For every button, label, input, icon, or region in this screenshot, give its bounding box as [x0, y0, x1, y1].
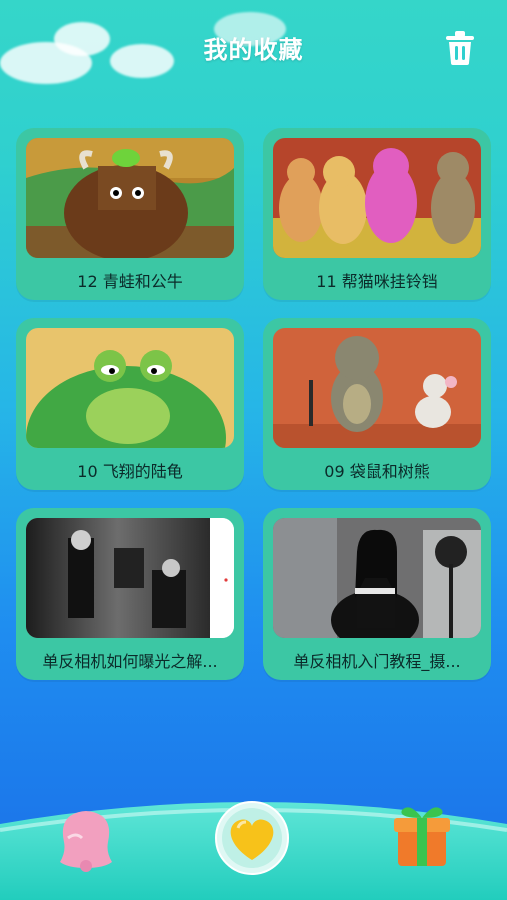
video-thumbnail: [26, 328, 234, 448]
video-thumbnail: [26, 518, 234, 638]
video-thumbnail: [273, 328, 481, 448]
page-title: 我的收藏: [203, 36, 304, 64]
favorite-title: 11 帮猫咪挂铃铛: [316, 272, 438, 291]
bottom-navigation: [0, 790, 507, 900]
favorite-title: 单反相机入门教程_摄...: [293, 652, 461, 671]
nav-gift[interactable]: [392, 804, 452, 870]
delete-button[interactable]: [443, 30, 477, 66]
favorite-card[interactable]: 12 青蛙和公牛: [16, 128, 244, 300]
favorite-card[interactable]: 09 袋鼠和树熊: [263, 318, 491, 490]
bell-icon: [60, 811, 112, 872]
video-thumbnail: [273, 518, 481, 638]
favorite-title: 12 青蛙和公牛: [77, 272, 183, 291]
trash-icon: [446, 31, 474, 65]
heart-icon: [215, 801, 289, 875]
gift-icon: [394, 807, 450, 866]
video-thumbnail: [273, 138, 481, 258]
favorite-title: 09 袋鼠和树熊: [324, 462, 430, 481]
video-thumbnail: [26, 138, 234, 258]
nav-favorites[interactable]: [214, 800, 290, 876]
favorite-card[interactable]: 单反相机如何曝光之解...: [16, 508, 244, 680]
nav-bell[interactable]: [58, 808, 114, 872]
favorite-card[interactable]: 10 飞翔的陆龟: [16, 318, 244, 490]
favorite-card[interactable]: 单反相机入门教程_摄...: [263, 508, 491, 680]
favorite-title: 10 飞翔的陆龟: [77, 462, 183, 481]
favorite-card[interactable]: 11 帮猫咪挂铃铛: [263, 128, 491, 300]
favorite-title: 单反相机如何曝光之解...: [42, 652, 218, 671]
